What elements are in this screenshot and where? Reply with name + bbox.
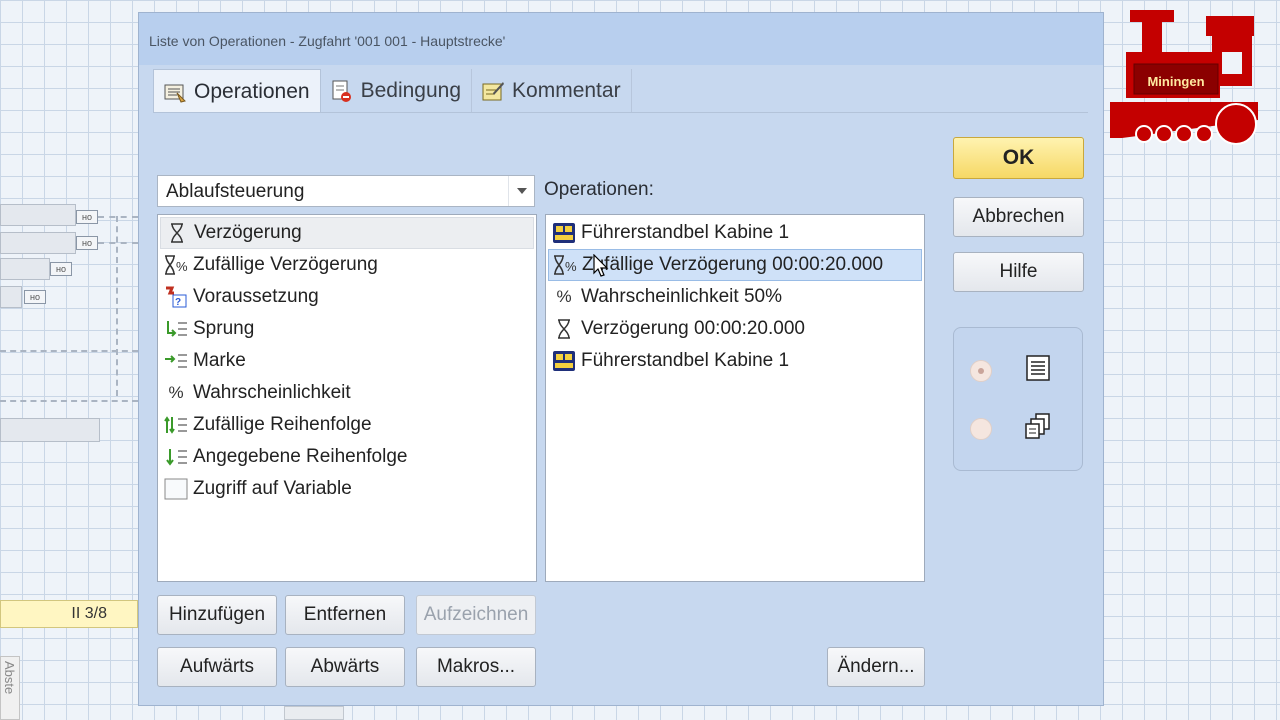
macros-button[interactable]: Makros...	[416, 647, 536, 687]
ok-button[interactable]: OK	[953, 137, 1084, 179]
operations-label: Operationen:	[544, 179, 654, 200]
view-mode-group	[953, 327, 1083, 471]
random-order-icon	[163, 413, 189, 437]
add-button[interactable]: Hinzufügen	[157, 595, 277, 635]
connector-icon: ʜo	[76, 210, 98, 224]
list-item[interactable]: Verzögerung	[160, 217, 534, 249]
track-label: II 3/8	[0, 600, 138, 628]
operation-sequence-list[interactable]: Führerstandbel Kabine 1 % Zufällige Verz…	[545, 214, 925, 582]
list-view-icon	[1024, 354, 1052, 382]
bg-track	[0, 400, 138, 402]
bg-block	[0, 286, 22, 308]
random-delay-icon: %	[163, 253, 189, 277]
tab-divider	[153, 112, 1088, 113]
tab-label: Kommentar	[512, 79, 621, 102]
list-item[interactable]: % Zufällige Verzögerung	[160, 249, 534, 281]
bg-block	[0, 418, 100, 442]
condition-icon	[329, 78, 355, 104]
window-title: Liste von Operationen - Zugfahrt '001 00…	[149, 33, 506, 49]
list-item[interactable]: % Wahrscheinlichkeit	[160, 377, 534, 409]
tab-label: Bedingung	[360, 79, 462, 102]
remove-button[interactable]: Entfernen	[285, 595, 405, 635]
connector-icon: ʜo	[50, 262, 72, 276]
category-select[interactable]: Ablaufsteuerung	[157, 175, 535, 207]
logo-text: Miningen	[1147, 74, 1204, 89]
hourglass-icon	[551, 317, 577, 341]
record-button[interactable]: Aufzeichnen	[416, 595, 536, 635]
random-delay-icon: %	[552, 253, 578, 277]
view-list-radio[interactable]	[970, 360, 992, 382]
list-item[interactable]: Führerstandbel Kabine 1	[548, 345, 922, 377]
list-item[interactable]: % Zufällige Verzögerung 00:00:20.000	[548, 249, 922, 281]
mouse-pointer-icon	[593, 253, 609, 284]
hourglass-icon	[164, 221, 190, 245]
bg-scroll-strip	[284, 706, 344, 720]
list-item[interactable]: ? Voraussetzung	[160, 281, 534, 313]
precondition-icon: ?	[163, 285, 189, 309]
bg-block	[0, 232, 76, 254]
tab-comment[interactable]: Kommentar	[472, 69, 632, 113]
category-value: Ablaufsteuerung	[166, 181, 305, 202]
side-tab[interactable]: Abste	[0, 656, 20, 720]
copy-pages-icon	[1024, 412, 1052, 440]
bg-track	[116, 216, 118, 396]
comment-icon	[480, 78, 506, 104]
operations-dialog: Liste von Operationen - Zugfahrt '001 00…	[138, 12, 1104, 706]
variable-icon	[163, 477, 189, 501]
connector-icon: ʜo	[24, 290, 46, 304]
cab-light-icon	[551, 221, 577, 245]
connector-icon: ʜo	[76, 236, 98, 250]
tab-bar: Operationen Bedingung Kommentar	[153, 69, 632, 113]
mark-icon	[163, 349, 189, 373]
list-item[interactable]: Zugriff auf Variable	[160, 473, 534, 505]
percent-icon: %	[556, 287, 572, 306]
given-order-icon	[163, 445, 189, 469]
list-item[interactable]: Sprung	[160, 313, 534, 345]
train-logo: Miningen	[1108, 8, 1268, 150]
svg-text:%: %	[565, 259, 577, 274]
list-item[interactable]: Marke	[160, 345, 534, 377]
bg-block	[0, 258, 50, 280]
change-button[interactable]: Ändern...	[827, 647, 925, 687]
list-item[interactable]: Zufällige Reihenfolge	[160, 409, 534, 441]
list-item[interactable]: % Wahrscheinlichkeit 50%	[548, 281, 922, 313]
tab-operations[interactable]: Operationen	[153, 69, 321, 113]
tab-label: Operationen	[194, 79, 310, 103]
help-button[interactable]: Hilfe	[953, 252, 1084, 292]
svg-text:?: ?	[175, 297, 181, 308]
move-down-button[interactable]: Abwärts	[285, 647, 405, 687]
jump-icon	[163, 317, 189, 341]
cancel-button[interactable]: Abbrechen	[953, 197, 1084, 237]
view-copy-radio[interactable]	[970, 418, 992, 440]
list-item[interactable]: Führerstandbel Kabine 1	[548, 217, 922, 249]
tab-condition[interactable]: Bedingung	[321, 69, 473, 113]
title-bar[interactable]: Liste von Operationen - Zugfahrt '001 00…	[139, 13, 1103, 65]
chevron-down-icon[interactable]	[508, 176, 534, 206]
cab-light-icon	[551, 349, 577, 373]
bg-track	[98, 216, 138, 218]
bg-block	[0, 204, 76, 226]
list-item[interactable]: Verzögerung 00:00:20.000	[548, 313, 922, 345]
bg-track	[98, 242, 138, 244]
list-item[interactable]: Angegebene Reihenfolge	[160, 441, 534, 473]
operations-icon	[162, 79, 188, 105]
svg-text:%: %	[176, 259, 188, 274]
available-operations-list[interactable]: Verzögerung % Zufällige Verzögerung ? Vo…	[157, 214, 537, 582]
move-up-button[interactable]: Aufwärts	[157, 647, 277, 687]
percent-icon: %	[168, 383, 184, 402]
